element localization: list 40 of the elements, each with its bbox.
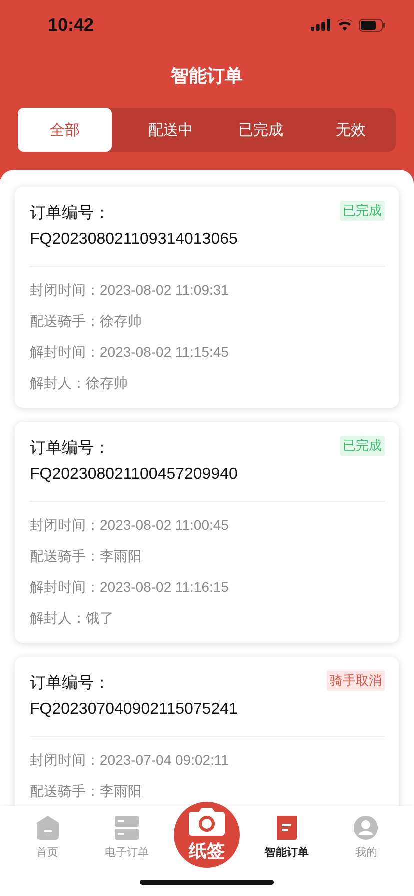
order-detail: 配送骑手：李雨阳 [30,547,143,566]
signal-icon [311,19,331,31]
status-tag: 已完成 [340,436,385,456]
order-detail: 解封时间：2023-08-02 11:15:45 [30,343,230,362]
page-title: 智能订单 [170,65,244,89]
order-number-label: 订单编号： [30,438,111,459]
order-detail: 封闭时间：2023-07-04 09:02:11 [30,751,230,770]
order-number: FQ202308021100457209940 [30,465,238,485]
nav-item[interactable]: 电子订单 [94,814,159,860]
order-detail: 解封人：徐存帅 [30,374,129,393]
order-card[interactable]: 订单编号： FQ202307040902115075241 骑手取消 封闭时间：2023-07-04 09:02:11 配送骑手：李雨阳 [15,657,399,806]
order-number: FQ202308021109314013065 [30,230,238,250]
order-number-label: 订单编号： [30,674,111,694]
battery-icon [359,18,386,32]
order-card[interactable]: 订单编号： FQ202308021109314013065 已完成 封闭时间：2023-08-02 11:09:31 配送骑手：徐存帅 解封时间：2023-08-02 11:15:45 解封人：徐存帅 [15,187,399,408]
order-detail: 封闭时间：2023-08-02 11:00:45 [30,516,230,535]
filter-tab[interactable]: 无效 [306,108,396,152]
filter-tab[interactable]: 配送中 [126,108,216,152]
status-time: 10:42 [48,14,94,36]
wifi-icon [337,19,353,31]
nav-item[interactable]: 我的 [334,814,398,860]
paper-tag-button[interactable]: 纸签 [174,802,240,868]
home-icon [34,814,61,840]
filter-tab[interactable]: 已完成 [216,108,306,152]
filter-tab[interactable]: 全部 [18,108,112,152]
status-tag: 骑手取消 [327,671,385,691]
order-detail: 配送骑手：李雨阳 [30,782,143,801]
camera-icon [188,807,226,837]
order-detail: 配送骑手：徐存帅 [30,312,143,331]
order-number: FQ202307040902115075241 [30,700,238,720]
order-card[interactable]: 订单编号： FQ202308021100457209940 已完成 封闭时间：2023-08-02 11:00:45 配送骑手：李雨阳 解封时间：2023-08-02 11:16:15 解封人：饿了 [15,422,399,643]
order-detail: 解封时间：2023-08-02 11:16:15 [30,578,230,597]
status-tag: 已完成 [340,201,385,221]
order-detail: 封闭时间：2023-08-02 11:09:31 [30,281,230,300]
list-icon [114,814,140,840]
order-number-label: 订单编号： [30,204,111,224]
order-detail: 解封人：饿了 [30,609,115,628]
nav-item[interactable]: 智能订单 [255,814,320,860]
user-icon [353,814,380,840]
nav-item[interactable]: 首页 [16,814,80,860]
